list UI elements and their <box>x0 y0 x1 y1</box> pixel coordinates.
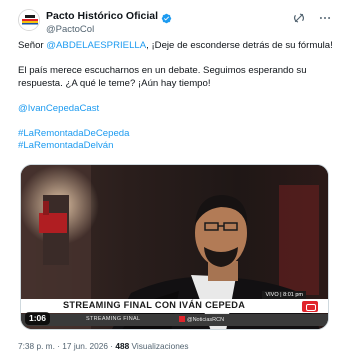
tweet-text: Señor @ABDELAESPRIELLA, ¡Deje de esconde… <box>18 40 336 153</box>
video-player[interactable]: VIVO | 8:01 pm STREAMING FINAL CON IVÁN … <box>20 164 329 330</box>
views-label: Visualizaciones <box>131 341 189 351</box>
grok-icon[interactable] <box>292 11 306 25</box>
tweet-card: Pacto Histórico Oficial @PactoCol Señor … <box>0 0 350 361</box>
meta-separator: · <box>110 341 114 351</box>
tweet-line-2: El país merece escucharnos en un debate.… <box>18 65 307 89</box>
video-caption: STREAMING FINAL CON IVÁN CEPEDA <box>63 300 246 310</box>
mention-link[interactable]: @IvanCepedaCast <box>18 103 99 114</box>
tweet-date[interactable]: 17 jun. 2026 <box>62 341 108 351</box>
more-icon[interactable] <box>318 11 332 25</box>
rcn-logo-icon <box>302 300 318 312</box>
views-count: 488 <box>115 341 130 351</box>
tweet-header: Pacto Histórico Oficial @PactoCol <box>18 7 332 39</box>
author-handle[interactable]: @PactoCol <box>46 24 94 35</box>
pacto-historico-logo <box>19 10 39 30</box>
hashtag-link[interactable]: #LaRemontadaDeCepeda <box>18 128 129 139</box>
video-sub-handle: @NoticiasRCN <box>179 316 224 323</box>
x-logo-icon <box>179 316 185 322</box>
verified-badge-icon <box>161 11 172 23</box>
video-sub-label: STREAMING FINAL <box>86 316 141 322</box>
video-caption-bar: STREAMING FINAL CON IVÁN CEPEDA <box>21 299 328 313</box>
meta-separator: · <box>57 341 60 351</box>
tweet-time[interactable]: 7:38 p. m. <box>18 341 55 351</box>
hashtag-link[interactable]: #LaRemontadaDelván <box>18 140 113 151</box>
tweet-line-1: Señor @ABDELAESPRIELLA, ¡Deje de esconde… <box>18 40 336 53</box>
text-suffix: , ¡Deje de esconderse detrás de su fórmu… <box>146 40 333 51</box>
live-tag: VIVO | 8:01 pm <box>262 291 306 299</box>
avatar[interactable] <box>18 9 40 31</box>
display-name[interactable]: Pacto Histórico Oficial <box>46 10 158 22</box>
tweet-meta: 7:38 p. m. · 17 jun. 2026 · 488 Visualiz… <box>18 341 189 351</box>
mention-link[interactable]: @ABDELAESPRIELLA <box>46 40 146 51</box>
video-sub-bar: STREAMING FINAL @NoticiasRCN <box>21 314 328 326</box>
video-duration: 1:06 <box>25 312 51 325</box>
text-prefix: Señor <box>18 40 47 51</box>
